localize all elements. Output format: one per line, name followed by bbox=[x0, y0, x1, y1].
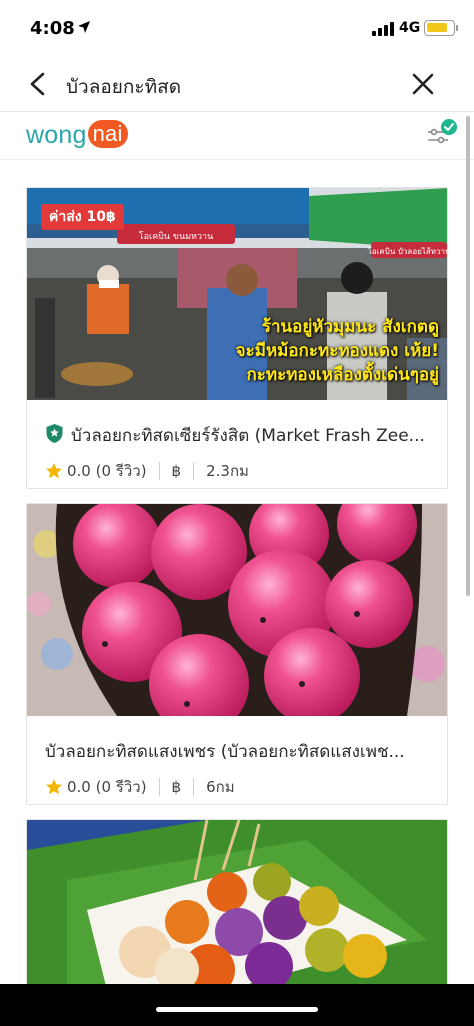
card-body: บัวลอยกะทิสดเซียร์รังสิต (Market Frash Z… bbox=[27, 400, 447, 488]
star-icon bbox=[46, 779, 62, 795]
nav-bar: บัวลอยกะทิสด bbox=[0, 58, 474, 112]
filter-icon[interactable] bbox=[426, 118, 460, 152]
star-icon bbox=[46, 463, 62, 479]
status-bar: 4:08 4G bbox=[0, 0, 474, 58]
restaurant-name[interactable]: บัวลอยกะทิสดเซียร์รังสิต (Market Frash Z… bbox=[71, 422, 431, 449]
restaurant-photo bbox=[27, 820, 447, 988]
scrollbar[interactable] bbox=[466, 116, 470, 596]
photo-caption-line-1: ร้านอยู่หัวมุมนะ สังเกตดู bbox=[261, 317, 439, 337]
restaurant-meta: 0.0 (0 รีวิว) ฿ 6กม bbox=[45, 775, 235, 799]
divider bbox=[193, 778, 195, 796]
restaurant-photo bbox=[27, 504, 447, 716]
verified-shield-icon bbox=[46, 424, 63, 443]
page-title: บัวลอยกะทิสด bbox=[66, 76, 182, 98]
status-time: 4:08 bbox=[30, 18, 75, 39]
restaurant-name[interactable]: บัวลอยกะทิสดแสงเพชร (บัวลอยกะทิสดแสงเพช.… bbox=[45, 738, 431, 765]
signal-icon bbox=[372, 22, 394, 36]
battery-tip bbox=[456, 25, 458, 31]
divider bbox=[158, 778, 160, 796]
price-level: ฿ bbox=[171, 778, 182, 796]
photo-caption-line-2: จะมีหม้อกะทะทองแดง เห้ย! bbox=[235, 341, 439, 361]
restaurant-photo: โอเคบิน ขนมหวาน โอเคบิน บัวลอยไส้หวาน ค่… bbox=[27, 188, 447, 400]
restaurant-card[interactable]: โอเคบิน ขนมหวาน โอเคบิน บัวลอยไส้หวาน ค่… bbox=[26, 187, 448, 489]
home-indicator[interactable] bbox=[156, 1007, 318, 1012]
distance-text: 6กม bbox=[206, 778, 235, 796]
card-body: บัวลอยกะทิสดแสงเพชร (บัวลอยกะทิสดแสงเพช.… bbox=[27, 716, 447, 804]
brand-bar: wong nai bbox=[0, 112, 474, 160]
battery-icon bbox=[424, 20, 455, 36]
restaurant-card[interactable] bbox=[26, 819, 448, 989]
photo-caption-line-3: กะทะทองเหลืองตั้งเด่นๆอยู่ bbox=[246, 365, 439, 385]
close-icon[interactable] bbox=[410, 71, 436, 97]
stall-sign-right: โอเคบิน บัวลอยไส้หวาน bbox=[368, 246, 447, 256]
network-label: 4G bbox=[399, 20, 421, 36]
price-level: ฿ bbox=[171, 462, 182, 480]
logo-main-text: wong bbox=[26, 121, 87, 149]
back-arrow-icon[interactable] bbox=[26, 71, 50, 97]
delivery-fee-badge: ค่าส่ง 10฿ bbox=[41, 204, 124, 230]
stall-sign-left: โอเคบิน ขนมหวาน bbox=[139, 231, 214, 242]
distance-text: 2.3กม bbox=[206, 462, 249, 480]
wongnai-logo: wong nai bbox=[26, 120, 128, 150]
rating-text: 0.0 (0 รีวิว) bbox=[67, 778, 147, 796]
restaurant-meta: 0.0 (0 รีวิว) ฿ 2.3กม bbox=[45, 459, 249, 483]
restaurant-card[interactable]: บัวลอยกะทิสดแสงเพชร (บัวลอยกะทิสดแสงเพช.… bbox=[26, 503, 448, 805]
divider bbox=[193, 462, 195, 480]
checkmark-badge-icon bbox=[441, 119, 457, 135]
logo-accent-text: nai bbox=[87, 120, 128, 148]
location-arrow-icon bbox=[78, 21, 90, 33]
home-indicator-area bbox=[0, 984, 474, 1026]
divider bbox=[158, 462, 160, 480]
rating-text: 0.0 (0 รีวิว) bbox=[67, 462, 147, 480]
